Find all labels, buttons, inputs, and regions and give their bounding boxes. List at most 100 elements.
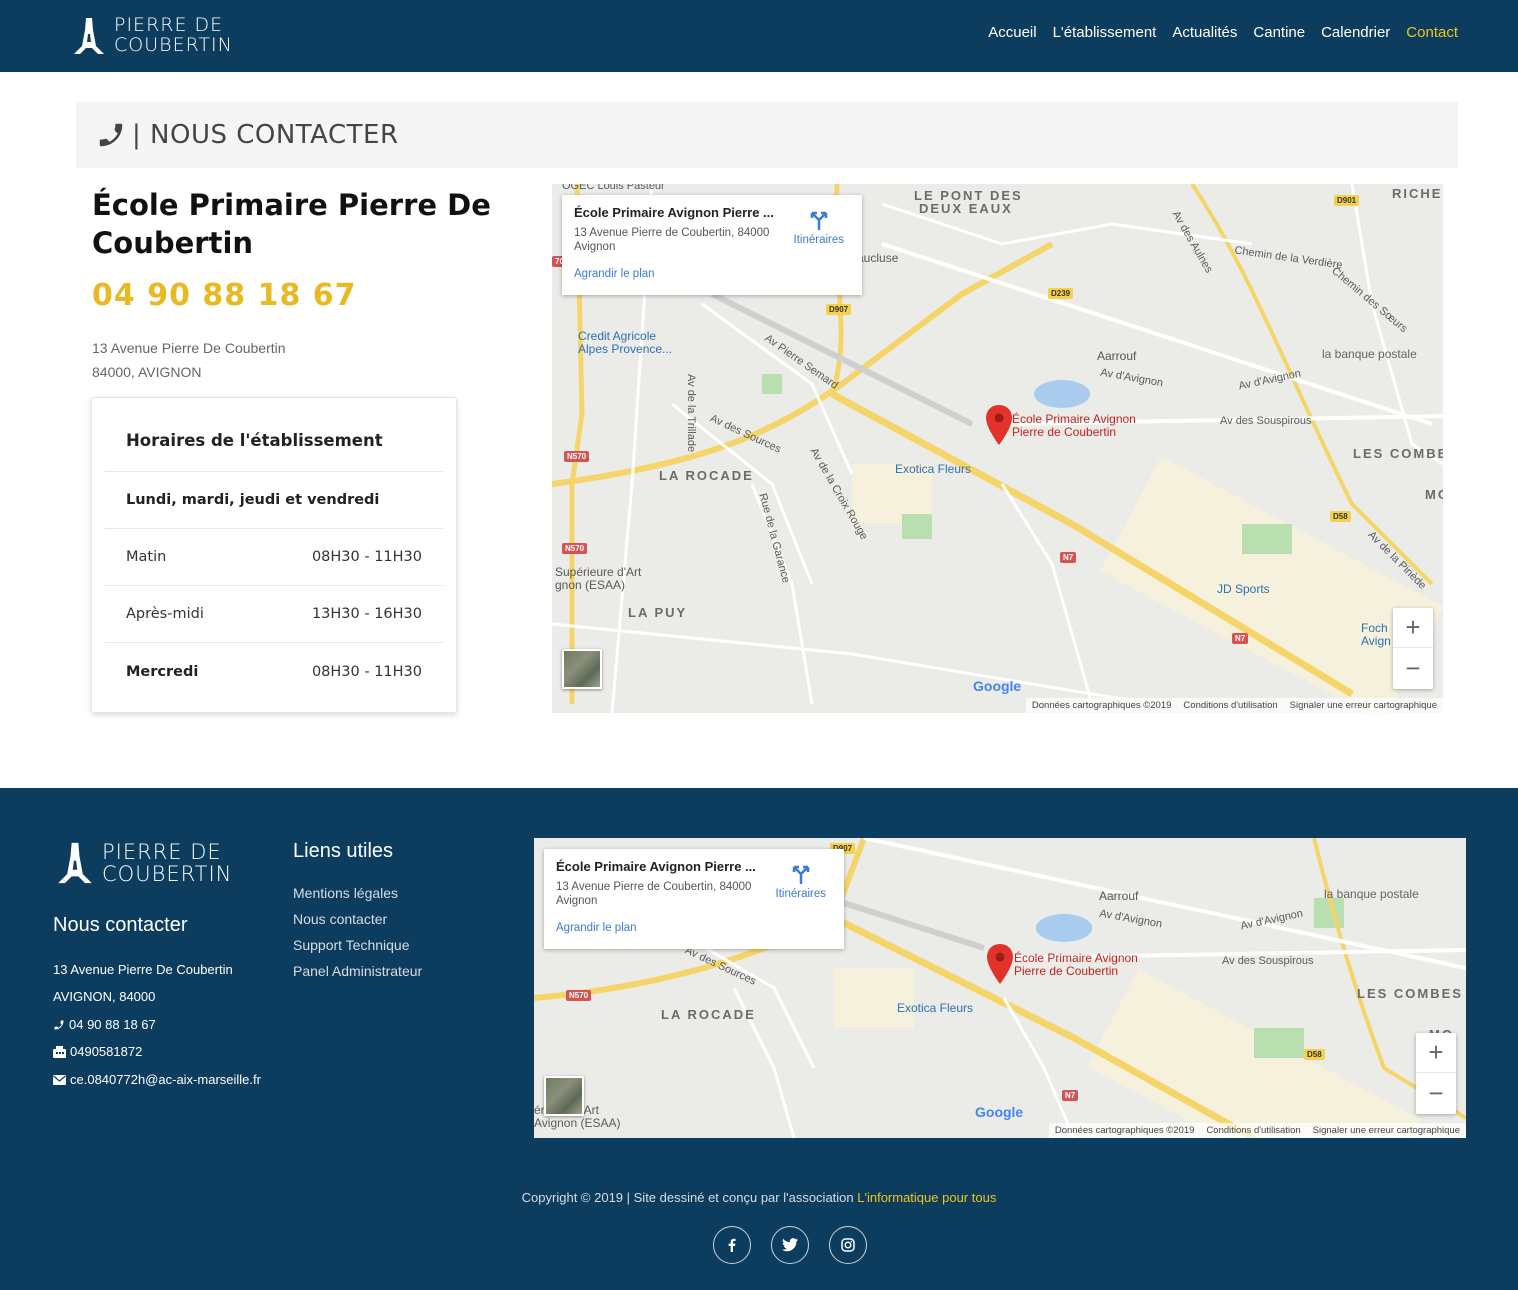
- satellite-toggle[interactable]: [562, 649, 602, 689]
- instagram-icon[interactable]: [829, 1226, 867, 1264]
- address-line1: 13 Avenue Pierre De Coubertin: [92, 340, 286, 356]
- nav-cantine[interactable]: Cantine: [1253, 24, 1305, 41]
- school-phone[interactable]: 04 90 88 18 67: [92, 278, 357, 313]
- map-pin-icon[interactable]: [987, 944, 1013, 984]
- logo-line2: COUBERTIN: [102, 862, 233, 886]
- footer-fax: 0490581872: [53, 1044, 142, 1059]
- footer-email[interactable]: ce.0840772h@ac-aix-marseille.fr: [53, 1072, 261, 1087]
- map-poi-credit-line2: Alpes Provence...: [578, 342, 673, 356]
- location-map[interactable]: OGEC Louis Pasteur LE PONT DES DEUX EAUX…: [552, 184, 1443, 713]
- map-footnote-terms[interactable]: Conditions d'utilisation: [1183, 700, 1277, 711]
- map-poi-aarrouf: Aarrouf: [1097, 349, 1137, 363]
- directions-icon: [792, 865, 809, 884]
- zoom-in-button[interactable]: +: [1393, 608, 1433, 648]
- footer-link-admin[interactable]: Panel Administrateur: [293, 963, 422, 979]
- map-footnote-data: Données cartographiques ©2019: [1031, 700, 1172, 711]
- map-footnote-data: Données cartographiques ©2019: [1054, 1125, 1195, 1136]
- hours-row: Après-midi 13H30 - 16H30: [105, 586, 443, 643]
- hours-label: Après-midi: [126, 606, 204, 622]
- map-pin-label-line2: Pierre de Coubertin: [1012, 425, 1117, 439]
- logo-mark-icon: [74, 18, 104, 54]
- footer-link-contact[interactable]: Nous contacter: [293, 911, 387, 927]
- zoom-out-button[interactable]: −: [1416, 1073, 1456, 1113]
- road-n7: N7: [1060, 552, 1077, 563]
- facebook-icon[interactable]: [713, 1226, 751, 1264]
- hours-group-label: Lundi, mardi, jeudi et vendredi: [126, 492, 380, 508]
- map-label-deux-eaux: DEUX EAUX: [919, 201, 1013, 216]
- nav-etablissement[interactable]: L'établissement: [1053, 24, 1157, 41]
- school-name: École Primaire Pierre De Coubertin: [92, 188, 491, 260]
- footer-address2: AVIGNON, 84000: [53, 989, 155, 1004]
- map-footnote: Données cartographiques ©2019 Conditions…: [1025, 698, 1443, 713]
- hours-label: Matin: [126, 549, 167, 565]
- map-footnote-terms[interactable]: Conditions d'utilisation: [1206, 1125, 1300, 1136]
- footer-address2-text: AVIGNON, 84000: [53, 989, 156, 1004]
- map-pin-label: École Primaire Avignon Pierre de Coubert…: [1012, 413, 1136, 439]
- hours-value: 08H30 - 11H30: [311, 549, 422, 565]
- map-pin-icon[interactable]: [986, 405, 1012, 445]
- footer-location-map[interactable]: D907 N570 N7 D58 Aarrouf la banque posta…: [534, 838, 1466, 1138]
- logo-line1: PIERRE DE: [114, 14, 224, 37]
- map-footnote-report[interactable]: Signaler une erreur cartographique: [1313, 1125, 1460, 1136]
- map-poi-foch-line2: Avign: [1361, 634, 1391, 648]
- zoom-controls: + −: [1416, 1033, 1456, 1114]
- footer-phone[interactable]: 04 90 88 18 67: [53, 1017, 156, 1032]
- footer-logo[interactable]: PIERRE DE COUBERTIN: [56, 840, 232, 886]
- map-label-riches: RICHES: [1392, 186, 1443, 201]
- map-label-vaucluse: aucluse: [857, 251, 899, 265]
- logo-line2: COUBERTIN: [114, 34, 233, 56]
- map-label-souspirous: Av des Souspirous: [1222, 955, 1314, 967]
- map-poi-exotica: Exotica Fleurs: [897, 1001, 974, 1015]
- google-logo: Google: [973, 678, 1022, 694]
- hours-row: Matin 08H30 - 11H30: [105, 529, 443, 586]
- map-label-esaa: Supérieure d'Art gnon (ESAA): [555, 566, 641, 592]
- nav-contact[interactable]: Contact: [1406, 24, 1458, 41]
- footer-phone-text: 04 90 88 18 67: [69, 1017, 156, 1032]
- hours-value: 13H30 - 16H30: [311, 606, 422, 622]
- zoom-in-button[interactable]: +: [1416, 1033, 1456, 1073]
- directions-label: Itinéraires: [775, 888, 827, 900]
- map-label-la-rocade: LA ROCADE: [661, 1007, 756, 1022]
- map-poi-exotica: Exotica Fleurs: [895, 462, 972, 476]
- map-footnote-report[interactable]: Signaler une erreur cartographique: [1290, 700, 1437, 711]
- enlarge-map-link[interactable]: Agrandir le plan: [556, 922, 832, 934]
- footer-links-title: Liens utiles: [293, 840, 394, 862]
- nav-actualites[interactable]: Actualités: [1172, 24, 1237, 41]
- road-d239: D239: [1048, 288, 1074, 299]
- map-poi-aarrouf: Aarrouf: [1099, 889, 1139, 903]
- road-n570: N570: [562, 543, 588, 554]
- satellite-toggle[interactable]: [544, 1076, 584, 1116]
- site-logo[interactable]: PIERRE DE COUBERTIN: [72, 14, 233, 56]
- directions-button[interactable]: Itinéraires: [794, 209, 844, 246]
- map-label-la-rocade: LA ROCADE: [659, 468, 754, 483]
- zoom-out-button[interactable]: −: [1393, 648, 1433, 688]
- fax-icon: [53, 1045, 66, 1058]
- copyright-link[interactable]: L'informatique pour tous: [857, 1190, 996, 1205]
- map-poi-banque: la banque postale: [1324, 887, 1419, 901]
- road-d901: D901: [1334, 195, 1360, 206]
- road-d58: D58: [1304, 1049, 1325, 1060]
- map-info-card: École Primaire Avignon Pierre ... 13 Ave…: [562, 195, 862, 295]
- road-n570: N570: [566, 990, 592, 1001]
- logo-line1: PIERRE DE: [102, 839, 222, 864]
- map-label-les-combes: LES COMBES: [1357, 986, 1463, 1001]
- footer-link-support[interactable]: Support Technique: [293, 937, 410, 953]
- road-d58: D58: [1330, 511, 1351, 522]
- main-nav: Accueil L'établissement Actualités Canti…: [988, 24, 1458, 41]
- map-poi-credit: Credit Agricole Alpes Provence...: [578, 330, 672, 356]
- nav-calendrier[interactable]: Calendrier: [1321, 24, 1390, 41]
- twitter-icon[interactable]: [771, 1226, 809, 1264]
- map-poi-banque: la banque postale: [1322, 347, 1417, 361]
- hours-card: Horaires de l'établissement Lundi, mardi…: [91, 397, 457, 713]
- hours-value: 08H30 - 11H30: [311, 663, 422, 680]
- nav-accueil[interactable]: Accueil: [988, 24, 1036, 41]
- enlarge-map-link[interactable]: Agrandir le plan: [574, 268, 850, 280]
- directions-icon: [810, 211, 827, 230]
- contact-title: | NOUS CONTACTER: [132, 120, 399, 150]
- map-label-trillade: Av de la Trillade: [685, 374, 697, 453]
- footer-link-mentions[interactable]: Mentions légales: [293, 885, 398, 901]
- zoom-controls: + −: [1393, 608, 1433, 689]
- map-poi-credit-line1: Credit Agricole: [578, 329, 657, 343]
- navbar: PIERRE DE COUBERTIN Accueil L'établissem…: [0, 0, 1518, 72]
- directions-button[interactable]: Itinéraires: [775, 863, 827, 900]
